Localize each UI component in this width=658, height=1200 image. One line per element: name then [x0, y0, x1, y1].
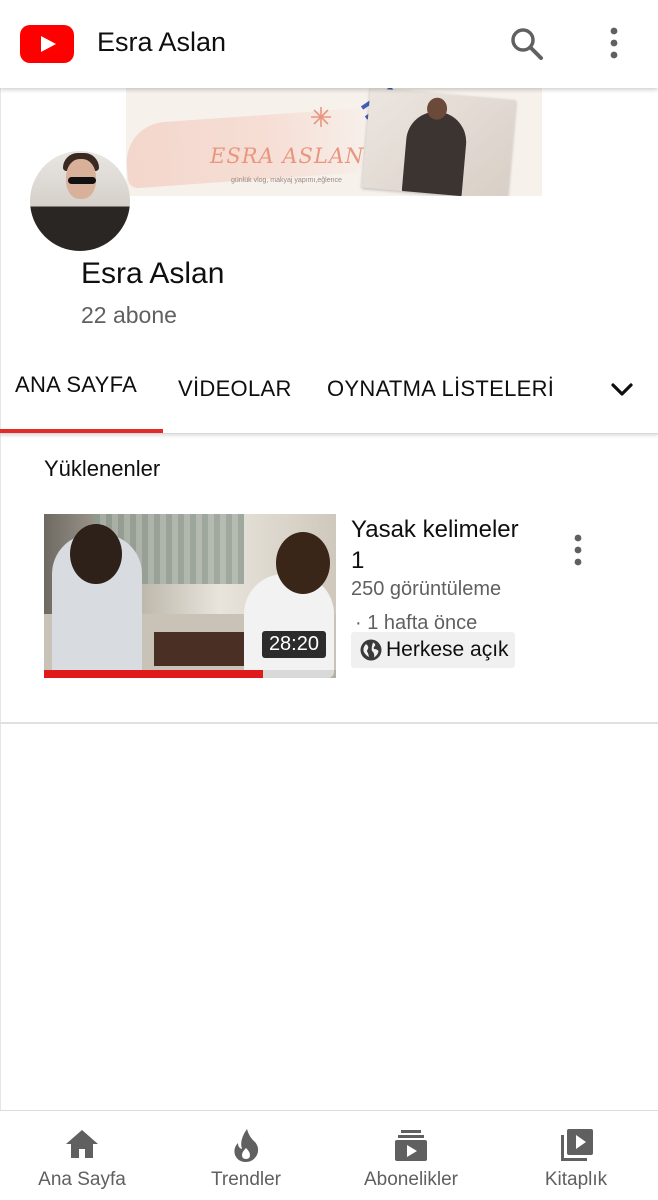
visibility-label: Herkese açık [386, 638, 509, 661]
visibility-badge: Herkese açık [351, 632, 515, 668]
tab-videos[interactable]: VİDEOLAR [178, 376, 292, 402]
library-icon [561, 1129, 593, 1161]
section-title: Yüklenenler [44, 456, 161, 481]
bottom-navigation: Ana Sayfa Trendler Abonelikler Kitaplık [0, 1110, 658, 1200]
more-vertical-icon[interactable] [564, 530, 592, 570]
watch-progress-bar [44, 670, 336, 678]
video-list-item[interactable]: 28:20 Yasak kelimeler 1 250 görüntüleme … [0, 500, 658, 720]
nav-home[interactable]: Ana Sayfa [2, 1111, 162, 1200]
subscriptions-icon [395, 1130, 427, 1161]
tab-playlists[interactable]: OYNATMA LİSTELERİ [327, 376, 554, 402]
flame-icon [234, 1129, 259, 1162]
video-views: 250 görüntüleme [351, 578, 502, 600]
nav-library-label: Kitaplık [544, 1169, 608, 1190]
video-title[interactable]: Yasak kelimeler 1 [351, 514, 531, 576]
nav-home-label: Ana Sayfa [38, 1169, 126, 1190]
more-vertical-icon[interactable] [596, 22, 632, 66]
thumbnail-person-right-head [276, 532, 330, 594]
search-icon[interactable] [505, 22, 549, 66]
banner-title: ESRA ASLAN [210, 144, 365, 168]
home-icon [66, 1130, 98, 1158]
star-decoration-icon [311, 107, 331, 127]
avatar-glasses [68, 177, 96, 184]
nav-trending[interactable]: Trendler [166, 1111, 326, 1200]
channel-tabs: ANA SAYFA VİDEOLAR OYNATMA LİSTELERİ [0, 352, 658, 434]
banner-photo-figure [401, 109, 469, 196]
nav-subscriptions[interactable]: Abonelikler [331, 1111, 491, 1200]
globe-icon [360, 639, 382, 661]
channel-name: Esra Aslan [81, 257, 225, 290]
watch-progress-fill [44, 670, 263, 678]
app-title: Esra Aslan [97, 27, 227, 57]
video-duration: 28:20 [261, 631, 326, 658]
youtube-logo-icon[interactable] [20, 25, 74, 63]
nav-trending-label: Trendler [210, 1169, 282, 1190]
nav-library[interactable]: Kitaplık [496, 1111, 656, 1200]
channel-banner: ESRA ASLAN günlük vlog, makyaj yapımı,eğ… [126, 88, 542, 196]
chevron-down-icon[interactable] [606, 374, 638, 406]
app-bar: Esra Aslan [0, 0, 658, 88]
banner-photo [361, 88, 517, 196]
banner-subtitle: günlük vlog, makyaj yapımı,eğlence [231, 177, 342, 184]
tab-home[interactable]: ANA SAYFA [15, 372, 137, 398]
thumbnail-person-left-head [70, 524, 122, 584]
active-tab-indicator [0, 429, 163, 433]
subscriber-count: 22 abone [81, 302, 177, 328]
nav-subscriptions-label: Abonelikler [364, 1169, 458, 1190]
channel-avatar [30, 151, 130, 251]
video-thumbnail[interactable]: 28:20 [44, 514, 336, 678]
section-divider [0, 722, 658, 724]
